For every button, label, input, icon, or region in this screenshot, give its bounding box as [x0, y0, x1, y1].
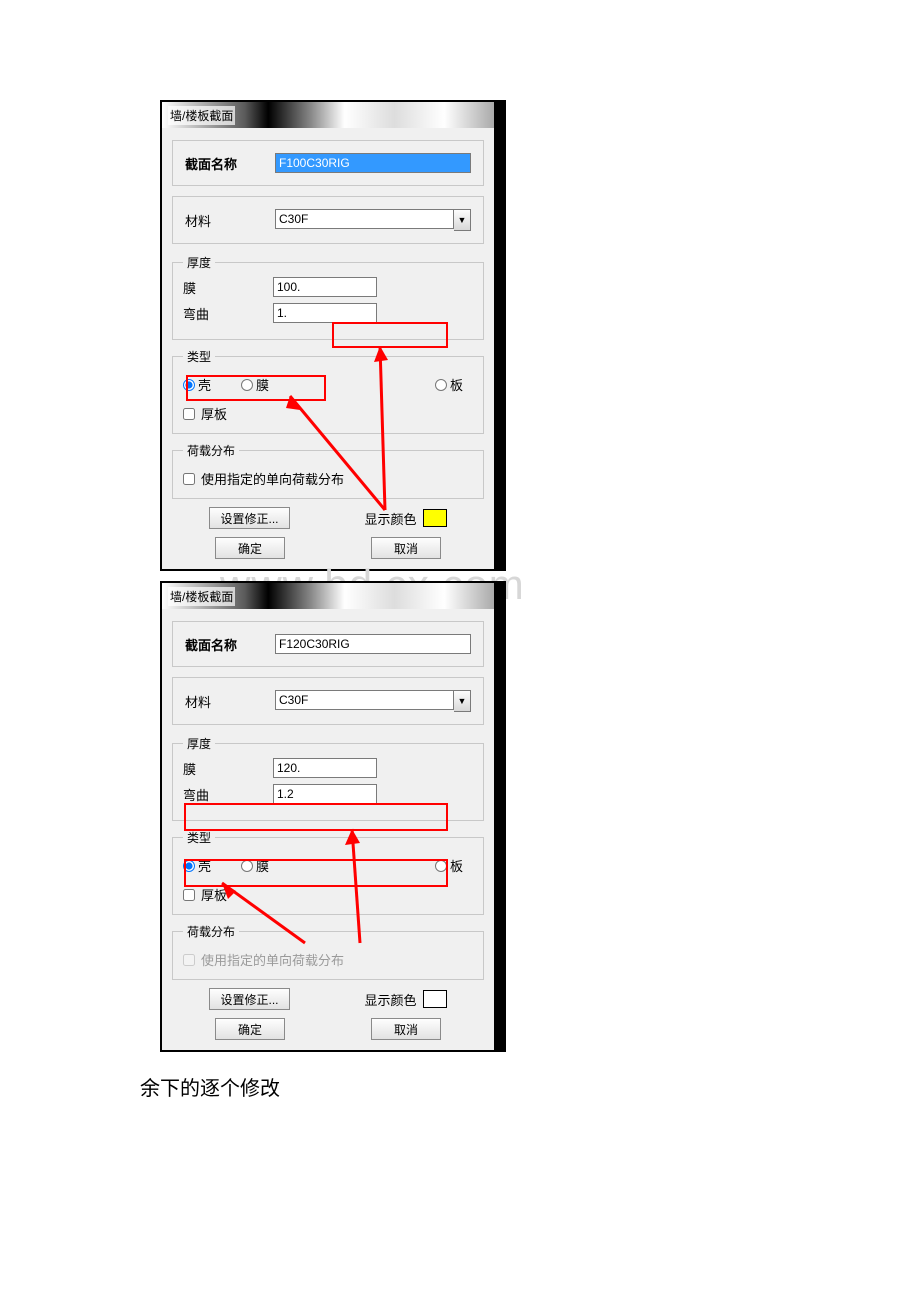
load-checkbox[interactable]	[183, 473, 195, 485]
material-label: 材料	[185, 692, 275, 711]
membrane-label: 膜	[183, 278, 273, 297]
section-name-input[interactable]	[275, 634, 471, 654]
radio-plate[interactable]: 板	[435, 375, 463, 394]
material-box: 材料 ▼	[172, 677, 484, 725]
material-select[interactable]	[275, 690, 454, 710]
load-legend: 荷载分布	[183, 442, 239, 459]
section-name-box: 截面名称	[172, 140, 484, 186]
dialog-wall-slab-section-1: 墙/楼板截面 截面名称 材料 ▼	[160, 100, 496, 571]
set-modifiers-button[interactable]: 设置修正...	[209, 507, 289, 529]
radio-membrane[interactable]: 膜	[241, 856, 269, 875]
cancel-button[interactable]: 取消	[371, 1018, 441, 1040]
dropdown-icon[interactable]: ▼	[454, 209, 471, 231]
bending-input[interactable]	[273, 784, 377, 804]
shadow	[496, 100, 506, 571]
thickness-legend: 厚度	[183, 254, 215, 271]
titlebar: 墙/楼板截面	[162, 583, 494, 609]
material-select[interactable]	[275, 209, 454, 229]
type-group: 类型 壳 膜 板 厚板	[172, 829, 484, 915]
radio-plate[interactable]: 板	[435, 856, 463, 875]
dialog-title: 墙/楼板截面	[168, 106, 235, 125]
cancel-button[interactable]: 取消	[371, 537, 441, 559]
section-name-input[interactable]	[275, 153, 471, 173]
thick-plate-label: 厚板	[201, 404, 227, 423]
load-checkbox[interactable]	[183, 954, 195, 966]
display-color-label: 显示颜色	[364, 509, 416, 528]
thick-plate-label: 厚板	[201, 885, 227, 904]
radio-plate-input[interactable]	[435, 860, 447, 872]
bending-input[interactable]	[273, 303, 377, 323]
ok-button[interactable]: 确定	[215, 537, 285, 559]
dialog-wall-slab-section-2: 墙/楼板截面 截面名称 材料 ▼	[160, 581, 496, 1052]
shadow	[496, 581, 506, 1052]
radio-membrane-input[interactable]	[241, 860, 253, 872]
thickness-legend: 厚度	[183, 735, 215, 752]
thickness-group: 厚度 膜 弯曲	[172, 254, 484, 340]
type-legend: 类型	[183, 829, 215, 846]
color-swatch[interactable]	[423, 509, 447, 527]
radio-membrane-input[interactable]	[241, 379, 253, 391]
section-name-label: 截面名称	[185, 154, 275, 173]
membrane-input[interactable]	[273, 277, 377, 297]
load-checkbox-label: 使用指定的单向荷载分布	[201, 950, 344, 969]
load-legend: 荷载分布	[183, 923, 239, 940]
dialog-title: 墙/楼板截面	[168, 587, 235, 606]
thick-plate-checkbox[interactable]	[183, 408, 195, 420]
radio-shell-input[interactable]	[183, 379, 195, 391]
radio-shell[interactable]: 壳	[183, 856, 211, 875]
membrane-label: 膜	[183, 759, 273, 778]
material-label: 材料	[185, 211, 275, 230]
radio-shell[interactable]: 壳	[183, 375, 211, 394]
radio-shell-input[interactable]	[183, 860, 195, 872]
section-name-label: 截面名称	[185, 635, 275, 654]
dropdown-icon[interactable]: ▼	[454, 690, 471, 712]
radio-membrane[interactable]: 膜	[241, 375, 269, 394]
load-checkbox-label: 使用指定的单向荷载分布	[201, 469, 344, 488]
type-legend: 类型	[183, 348, 215, 365]
type-group: 类型 壳 膜 板 厚板	[172, 348, 484, 434]
set-modifiers-button[interactable]: 设置修正...	[209, 988, 289, 1010]
load-group: 荷载分布 使用指定的单向荷载分布	[172, 442, 484, 499]
color-swatch[interactable]	[423, 990, 447, 1008]
membrane-input[interactable]	[273, 758, 377, 778]
titlebar: 墙/楼板截面	[162, 102, 494, 128]
thick-plate-checkbox[interactable]	[183, 889, 195, 901]
ok-button[interactable]: 确定	[215, 1018, 285, 1040]
display-color-label: 显示颜色	[364, 990, 416, 1009]
footer-text: 余下的逐个修改	[140, 1072, 920, 1101]
material-box: 材料 ▼	[172, 196, 484, 244]
bending-label: 弯曲	[183, 304, 273, 323]
bending-label: 弯曲	[183, 785, 273, 804]
load-group: 荷载分布 使用指定的单向荷载分布	[172, 923, 484, 980]
section-name-box: 截面名称	[172, 621, 484, 667]
radio-plate-input[interactable]	[435, 379, 447, 391]
thickness-group: 厚度 膜 弯曲	[172, 735, 484, 821]
